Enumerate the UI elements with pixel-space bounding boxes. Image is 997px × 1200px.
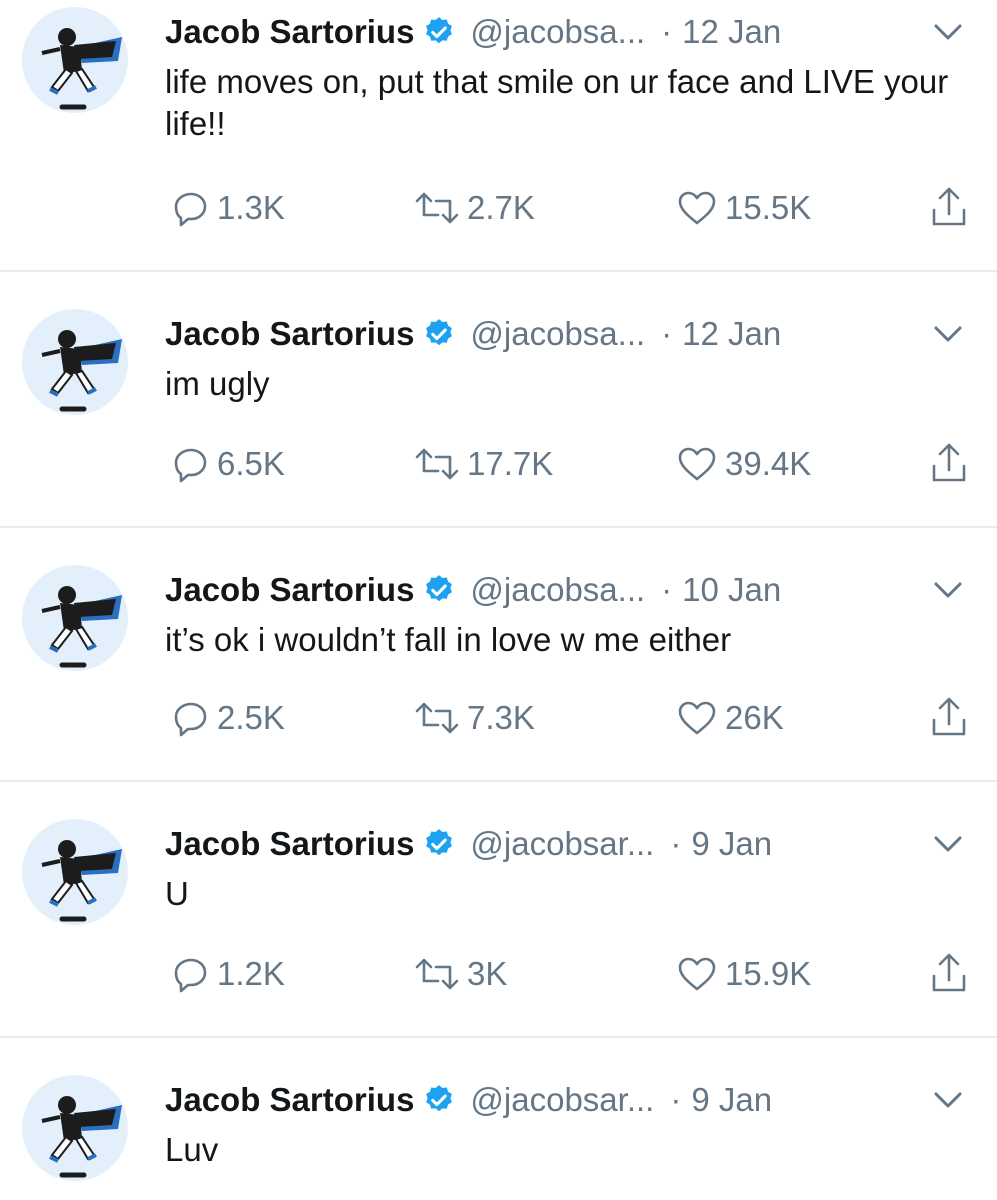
reply-icon	[171, 444, 217, 484]
tweet-header: Jacob Sartorius @jacobsa... · 10 Jan	[165, 568, 997, 612]
tweet-actions: 1.3K 2.7K 15.5K	[165, 186, 997, 230]
verified-badge-icon	[422, 1083, 456, 1117]
author-handle[interactable]: @jacobsar...	[470, 825, 654, 863]
author-name[interactable]: Jacob Sartorius	[165, 1081, 414, 1119]
verified-badge-icon	[422, 317, 456, 351]
tweet-feed: Jacob Sartorius @jacobsa... · 12 Jan lif…	[0, 0, 997, 1200]
like-button[interactable]: 39.4K	[675, 442, 811, 486]
tweet-date[interactable]: 10 Jan	[682, 571, 781, 609]
separator-dot: ·	[661, 315, 673, 352]
retweet-button[interactable]: 17.7K	[413, 442, 553, 486]
tweet[interactable]: Jacob Sartorius @jacobsa... · 12 Jan lif…	[0, 0, 997, 272]
reply-icon	[171, 954, 217, 994]
avatar[interactable]	[22, 1075, 128, 1181]
tweet[interactable]: Jacob Sartorius @jacobsar... · 9 Jan U 1…	[0, 812, 997, 1038]
tweet-text: life moves on, put that smile on ur face…	[165, 63, 949, 142]
author-handle[interactable]: @jacobsa...	[470, 571, 645, 609]
tweet-text: it’s ok i wouldn’t fall in love w me eit…	[165, 621, 732, 658]
reply-count: 2.5K	[217, 699, 285, 736]
author-name[interactable]: Jacob Sartorius	[165, 13, 414, 51]
like-icon	[675, 954, 725, 994]
tweet-text: im ugly	[165, 365, 270, 402]
like-button[interactable]: 15.5K	[675, 186, 811, 230]
share-icon	[929, 952, 975, 996]
author-handle[interactable]: @jacobsa...	[470, 13, 645, 51]
like-icon	[675, 444, 725, 484]
tweet-header: Jacob Sartorius @jacobsar... · 9 Jan	[165, 822, 997, 866]
tweet-date[interactable]: 9 Jan	[691, 1081, 772, 1119]
like-icon	[675, 188, 725, 228]
avatar[interactable]	[22, 819, 128, 925]
retweet-count: 7.3K	[467, 699, 535, 736]
retweet-button[interactable]: 2.7K	[413, 186, 535, 230]
like-count: 15.9K	[725, 955, 812, 992]
retweet-count: 3K	[467, 955, 508, 992]
tweet-actions: 6.5K 17.7K 39.4K	[165, 442, 997, 486]
chevron-down-icon[interactable]	[933, 20, 963, 44]
chevron-down-icon[interactable]	[933, 578, 963, 602]
author-name[interactable]: Jacob Sartorius	[165, 825, 414, 863]
share-button[interactable]	[929, 442, 975, 486]
retweet-button[interactable]: 3K	[413, 952, 507, 996]
author-handle[interactable]: @jacobsar...	[470, 1081, 654, 1119]
tweet-actions: 2.5K 7.3K 26K	[165, 696, 997, 740]
like-count: 39.4K	[725, 445, 812, 482]
chevron-down-icon[interactable]	[933, 1088, 963, 1112]
retweet-count: 17.7K	[467, 445, 554, 482]
author-name[interactable]: Jacob Sartorius	[165, 315, 414, 353]
verified-badge-icon	[422, 827, 456, 861]
like-button[interactable]: 15.9K	[675, 952, 811, 996]
tweet[interactable]: Jacob Sartorius @jacobsar... · 9 Jan Luv	[0, 1068, 997, 1200]
share-button[interactable]	[929, 186, 975, 230]
author-handle[interactable]: @jacobsa...	[470, 315, 645, 353]
reply-count: 1.2K	[217, 955, 285, 992]
like-count: 15.5K	[725, 189, 812, 226]
like-count: 26K	[725, 699, 784, 736]
tweet-text: U	[165, 875, 189, 912]
tweet-date[interactable]: 12 Jan	[682, 315, 781, 353]
avatar[interactable]	[22, 7, 128, 113]
reply-count: 1.3K	[217, 189, 285, 226]
reply-icon	[171, 188, 217, 228]
separator-dot: ·	[661, 13, 673, 50]
retweet-icon	[413, 954, 467, 994]
tweet-header: Jacob Sartorius @jacobsa... · 12 Jan	[165, 10, 997, 54]
retweet-count: 2.7K	[467, 189, 535, 226]
like-button[interactable]: 26K	[675, 696, 784, 740]
verified-badge-icon	[422, 15, 456, 49]
tweet-date[interactable]: 12 Jan	[682, 13, 781, 51]
share-button[interactable]	[929, 696, 975, 740]
reply-count: 6.5K	[217, 445, 285, 482]
tweet-header: Jacob Sartorius @jacobsar... · 9 Jan	[165, 1078, 997, 1122]
tweet-text: Luv	[165, 1131, 219, 1168]
chevron-down-icon[interactable]	[933, 832, 963, 856]
separator-dot: ·	[670, 1081, 682, 1118]
avatar[interactable]	[22, 565, 128, 671]
reply-button[interactable]: 1.3K	[171, 186, 285, 230]
retweet-button[interactable]: 7.3K	[413, 696, 535, 740]
tweet-header: Jacob Sartorius @jacobsa... · 12 Jan	[165, 312, 997, 356]
tweet-actions: 1.2K 3K 15.9K	[165, 952, 997, 996]
separator-dot: ·	[670, 825, 682, 862]
reply-button[interactable]: 6.5K	[171, 442, 285, 486]
retweet-icon	[413, 698, 467, 738]
tweet-date[interactable]: 9 Jan	[691, 825, 772, 863]
tweet[interactable]: Jacob Sartorius @jacobsa... · 10 Jan it’…	[0, 558, 997, 782]
like-icon	[675, 698, 725, 738]
share-icon	[929, 442, 975, 486]
separator-dot: ·	[661, 571, 673, 608]
chevron-down-icon[interactable]	[933, 322, 963, 346]
retweet-icon	[413, 444, 467, 484]
reply-button[interactable]: 2.5K	[171, 696, 285, 740]
author-name[interactable]: Jacob Sartorius	[165, 571, 414, 609]
reply-icon	[171, 698, 217, 738]
share-icon	[929, 186, 975, 230]
reply-button[interactable]: 1.2K	[171, 952, 285, 996]
share-icon	[929, 696, 975, 740]
share-button[interactable]	[929, 952, 975, 996]
tweet[interactable]: Jacob Sartorius @jacobsa... · 12 Jan im …	[0, 302, 997, 528]
avatar[interactable]	[22, 309, 128, 415]
verified-badge-icon	[422, 573, 456, 607]
retweet-icon	[413, 188, 467, 228]
